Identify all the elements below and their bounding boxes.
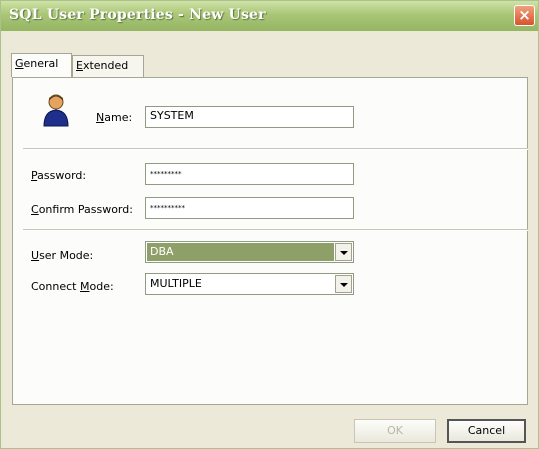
dialog-window: SQL User Properties - New User × General… bbox=[0, 0, 539, 449]
window-title: SQL User Properties - New User bbox=[9, 7, 266, 23]
confirm-password-field[interactable]: ********** bbox=[145, 197, 354, 219]
separator bbox=[23, 148, 528, 150]
password-field[interactable]: ********* bbox=[145, 163, 354, 185]
chevron-down-icon[interactable] bbox=[335, 275, 352, 293]
connect-mode-value: MULTIPLE bbox=[150, 277, 202, 290]
close-button[interactable]: × bbox=[514, 5, 535, 26]
ok-button[interactable]: OK bbox=[354, 419, 436, 443]
confirm-password-label: Confirm Password: bbox=[31, 203, 133, 216]
user-mode-label: User Mode: bbox=[31, 249, 94, 262]
separator bbox=[23, 229, 528, 231]
close-icon: × bbox=[518, 6, 531, 24]
tab-general[interactable]: General bbox=[11, 53, 72, 77]
connect-mode-select[interactable]: MULTIPLE bbox=[145, 273, 354, 295]
name-field[interactable]: SYSTEM bbox=[145, 106, 354, 128]
name-label: Name: bbox=[96, 111, 133, 124]
cancel-button[interactable]: Cancel bbox=[447, 419, 526, 443]
title-bar[interactable]: SQL User Properties - New User × bbox=[1, 1, 538, 31]
user-mode-value: DBA bbox=[147, 243, 334, 261]
user-mode-select[interactable]: DBA bbox=[145, 241, 354, 263]
connect-mode-label: Connect Mode: bbox=[31, 280, 114, 293]
password-label: Password: bbox=[31, 169, 87, 182]
chevron-down-icon[interactable] bbox=[335, 243, 352, 261]
tab-extended[interactable]: Extended bbox=[72, 55, 144, 77]
user-icon bbox=[43, 94, 69, 127]
